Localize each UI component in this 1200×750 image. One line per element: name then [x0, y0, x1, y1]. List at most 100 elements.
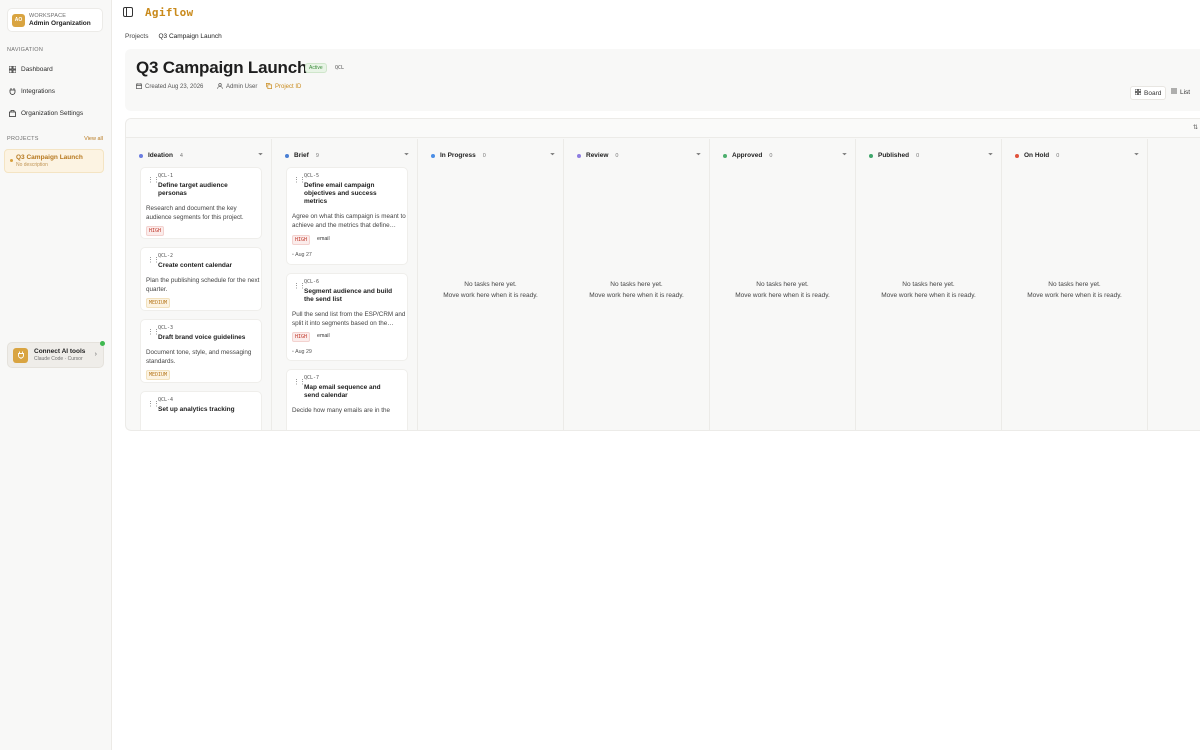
column-name: Ideation — [148, 152, 173, 159]
task-description: Research and document the key audience s… — [146, 205, 244, 221]
empty-title: No tasks here yet. — [464, 281, 517, 288]
building-icon — [8, 109, 16, 117]
grid-icon — [8, 65, 16, 73]
filter-icon[interactable]: ⏷ — [550, 152, 555, 159]
empty-state: No tasks here yet. Move work here when i… — [564, 279, 709, 301]
empty-state: No tasks here yet. Move work here when i… — [418, 279, 563, 301]
task-card[interactable]: ⋮⋮ QCL-6 Segment audience and build the … — [286, 273, 408, 361]
task-card[interactable]: ⋮⋮ QCL-2 Create content calendar Plan th… — [140, 247, 262, 311]
column-count: 0 — [916, 152, 920, 159]
user-icon — [217, 83, 223, 91]
task-id: QCL-3 — [158, 325, 174, 331]
breadcrumb-current: Q3 Campaign Launch — [158, 33, 222, 40]
task-card[interactable]: ⋮⋮ QCL-4 Set up analytics tracking — [140, 391, 262, 430]
task-description: Decide how many emails are in the — [292, 407, 390, 414]
calendar-icon — [136, 83, 142, 91]
plug-icon — [13, 347, 28, 363]
empty-hint: Move work here when it is ready. — [735, 292, 830, 299]
column-dot — [577, 153, 581, 158]
project-header: Q3 Campaign Launch Active QCL Created Au… — [125, 49, 1200, 111]
column-header: Brief 9 — [285, 152, 319, 159]
empty-state: No tasks here yet. Move work here when i… — [856, 279, 1001, 301]
filter-icon[interactable]: ⏷ — [988, 152, 993, 159]
task-tag: email — [317, 333, 330, 339]
sidebar-item-integrations[interactable]: Integrations — [8, 85, 104, 97]
filter-icon[interactable]: ⏷ — [258, 152, 263, 159]
column-header: Published 0 — [869, 152, 919, 159]
view-board-button[interactable]: Board — [1130, 86, 1167, 100]
owner-name: Admin User — [226, 84, 258, 90]
connect-ai-tools-card[interactable]: Connect AI tools Claude Code · Cursor › — [7, 341, 105, 368]
task-description: Plan the publishing schedule for the nex… — [146, 277, 260, 293]
task-card[interactable]: ⋮⋮ QCL-5 Define email campaign objective… — [286, 167, 408, 265]
column-name: On Hold — [1024, 152, 1050, 159]
project-id-link[interactable]: Project ID — [266, 83, 301, 91]
sidebar-toggle-button[interactable] — [123, 7, 133, 17]
view-all-link[interactable]: View all — [84, 136, 103, 142]
sidebar-item-organization-settings[interactable]: Organization Settings — [8, 107, 104, 119]
view-list-button[interactable]: List — [1167, 86, 1194, 98]
empty-hint: Move work here when it is ready. — [881, 292, 976, 299]
filter-icon[interactable]: ⏷ — [1134, 152, 1139, 159]
empty-state: No tasks here yet. Move work here when i… — [710, 279, 855, 301]
status-badge: Active — [305, 63, 327, 73]
task-card[interactable]: ⋮⋮ QCL-3 Draft brand voice guidelines Do… — [140, 319, 262, 383]
column-dot — [431, 153, 435, 158]
column-count: 0 — [1056, 152, 1060, 159]
task-card[interactable]: ⋮⋮ QCL-7 Map email sequence and send cal… — [286, 369, 408, 430]
priority-badge: HIGH — [292, 235, 311, 245]
list-icon — [1171, 88, 1177, 96]
column-name: In Progress — [440, 152, 476, 159]
project-code: QCL — [335, 65, 345, 71]
task-title: Map email sequence and send calendar — [304, 384, 381, 399]
empty-hint: Move work here when it is ready. — [443, 292, 538, 299]
column-count: 9 — [315, 152, 319, 159]
column-dot — [285, 153, 289, 158]
column-header: Approved 0 — [723, 152, 772, 159]
task-title: Segment audience and build the send list — [304, 288, 393, 303]
empty-title: No tasks here yet. — [610, 281, 663, 288]
projects-heading: PROJECTS — [7, 136, 39, 142]
breadcrumb-projects[interactable]: Projects — [125, 33, 148, 40]
empty-title: No tasks here yet. — [1048, 281, 1101, 288]
filter-icon[interactable]: ⏷ — [696, 152, 701, 159]
workspace-switcher[interactable]: AO WORKSPACE Admin Organization — [7, 8, 103, 32]
task-id: QCL-5 — [304, 173, 320, 179]
task-id: QCL-6 — [304, 279, 320, 285]
empty-title: No tasks here yet. — [902, 281, 955, 288]
empty-title: No tasks here yet. — [756, 281, 809, 288]
sidebar-project-q3-campaign-launch[interactable]: Q3 Campaign Launch No description — [4, 149, 104, 173]
column-count: 0 — [769, 152, 773, 159]
sort-icon[interactable]: ⇅ — [1193, 124, 1198, 131]
task-title: Define target audience personas — [158, 182, 228, 197]
column-brief: Brief 9 ⏷ ⋮⋮ QCL-5 Define email campaign… — [272, 139, 418, 430]
plug-icon — [8, 87, 16, 95]
sidebar: AO WORKSPACE Admin Organization NAVIGATI… — [0, 0, 112, 750]
task-id: QCL-4 — [158, 397, 174, 403]
due-date-label: Aug 27 — [295, 252, 312, 258]
sidebar-item-dashboard[interactable]: Dashboard — [8, 63, 104, 75]
task-description: Agree on what this campaign is meant to … — [292, 213, 406, 229]
column-published: Published 0 ⏷ No tasks here yet. Move wo… — [856, 139, 1002, 430]
task-id: QCL-1 — [158, 173, 174, 179]
task-id: QCL-2 — [158, 253, 174, 259]
column-header: Review 0 — [577, 152, 618, 159]
column-dot — [1015, 153, 1019, 158]
task-card[interactable]: ⋮⋮ QCL-1 Define target audience personas… — [140, 167, 262, 239]
column-dot — [723, 153, 727, 158]
nav-heading: NAVIGATION — [7, 47, 44, 53]
priority-badge: HIGH — [292, 332, 311, 342]
filter-icon[interactable]: ⏷ — [404, 152, 409, 159]
task-title: Create content calendar — [158, 262, 233, 269]
task-id: QCL-7 — [304, 375, 320, 381]
column-dot — [869, 153, 873, 158]
column-header: In Progress 0 — [431, 152, 486, 159]
filter-icon[interactable]: ⏷ — [842, 152, 847, 159]
app-logo[interactable]: Agiflow — [145, 6, 193, 19]
column-count: 0 — [482, 152, 486, 159]
sidebar-item-label: Integrations — [21, 87, 55, 95]
due-date: ▫ Aug 27 — [292, 252, 312, 258]
task-tag: email — [317, 236, 330, 242]
column-name: Approved — [732, 152, 763, 159]
due-date: ▫ Aug 29 — [292, 349, 312, 355]
